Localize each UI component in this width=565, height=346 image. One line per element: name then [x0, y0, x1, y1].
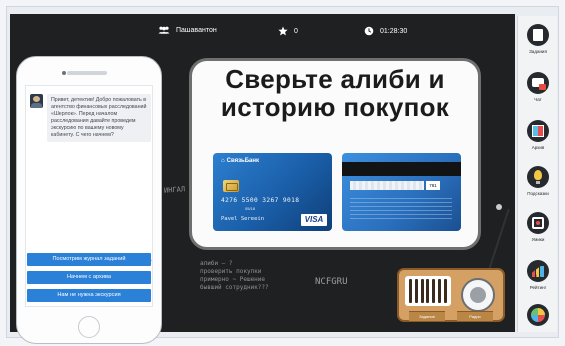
avatar [30, 94, 43, 108]
sidebar-item-more[interactable] [518, 304, 558, 326]
card-number: 4276 5500 3267 9018 [221, 197, 300, 204]
star-icon [278, 26, 288, 36]
visa-logo-icon: VISA [301, 214, 327, 226]
board-notes: алиби — ? проверить покупки примерно ~ Р… [200, 260, 269, 291]
chat-message: Привет, детектив! Добро пожаловать в аге… [30, 94, 151, 142]
skills-icon [527, 212, 549, 234]
radio-antenna [488, 208, 510, 271]
sidebar-label: Подсказки [527, 191, 549, 196]
archive-icon [527, 120, 549, 142]
radio-widget[interactable]: Задание Радио [392, 200, 512, 322]
option-skip-tour-button[interactable]: Нам не нужна экскурсия [27, 289, 151, 302]
radio-body: Задание Радио [397, 268, 505, 322]
slide-title-line1: Сверьте алиби и [225, 64, 445, 94]
radio-right-button[interactable]: Радио [457, 311, 493, 321]
sidebar-label: Задания [529, 49, 547, 54]
slide-title-line2: историю покупок [220, 92, 450, 122]
sidebar-label: Умики [531, 237, 545, 242]
radio-left-button[interactable]: Задание [409, 311, 445, 321]
sidebar-item-archive[interactable]: Архив [518, 120, 558, 150]
lightbulb-icon [527, 166, 549, 188]
sidebar-label: Рейтинг [529, 285, 547, 290]
more-icon [527, 304, 549, 326]
bank-card-front[interactable]: СвязьБанк 4276 5500 3267 9018 05/18 Pave… [213, 153, 332, 231]
sidebar-item-ranking[interactable]: Рейтинг [518, 260, 558, 290]
team-stat: Пашавантон [158, 26, 217, 34]
card-cvv: 781 [426, 181, 440, 190]
board-scribble: ИНГАЛ [163, 185, 186, 195]
card-chip-icon [223, 180, 239, 192]
chat-bubble: Привет, детектив! Добро пожаловать в аге… [47, 94, 151, 142]
speaker-grille-icon [405, 276, 451, 306]
card-valid-thru: 05/18 [245, 206, 256, 211]
sidebar-item-chat[interactable]: Чат [518, 72, 558, 102]
bank-name: СвязьБанк [221, 158, 259, 164]
phone-camera [62, 71, 66, 75]
stars-count: 0 [294, 27, 298, 35]
option-task-log-button[interactable]: Посмотрим журнал заданий [27, 253, 151, 266]
signature-strip [350, 181, 424, 190]
card-holder: Pavel Sereein [221, 216, 265, 222]
sidebar-item-hints[interactable]: Подсказки [518, 166, 558, 196]
ranking-icon [527, 260, 549, 282]
right-sidebar: Задания Чат Архив Подсказки Умики Рейтин… [517, 16, 557, 332]
team-icon [158, 26, 170, 34]
sidebar-item-skills[interactable]: Умики [518, 212, 558, 242]
chat-icon [527, 72, 549, 94]
sidebar-label: Архив [531, 145, 545, 150]
radio-antenna-tip [496, 204, 502, 210]
phone-home-button[interactable] [78, 316, 100, 338]
sidebar-item-tasks[interactable]: Задания [518, 24, 558, 54]
magnetic-stripe [342, 162, 461, 176]
timer: 01:28:30 [380, 27, 408, 35]
chat-options: Посмотрим журнал заданий Начнем с архива… [27, 253, 151, 302]
clock-icon [364, 26, 374, 36]
phone-speaker [67, 71, 107, 75]
slide-title: Сверьте алиби и историю покупок [192, 65, 478, 121]
document-icon [527, 24, 549, 46]
option-archive-button[interactable]: Начнем с архива [27, 271, 151, 284]
sidebar-label: Чат [534, 97, 542, 102]
top-bar: Пашавантон 0 01:28:30 [10, 14, 515, 50]
radio-dial-icon[interactable] [461, 278, 495, 312]
timer-stat: 01:28:30 [364, 26, 407, 36]
stars-stat: 0 [278, 26, 298, 36]
board-code: NCFGRU [315, 277, 348, 287]
phone-chat: Привет, детектив! Добро пожаловать в аге… [16, 56, 162, 344]
team-name: Пашавантон [176, 26, 217, 34]
